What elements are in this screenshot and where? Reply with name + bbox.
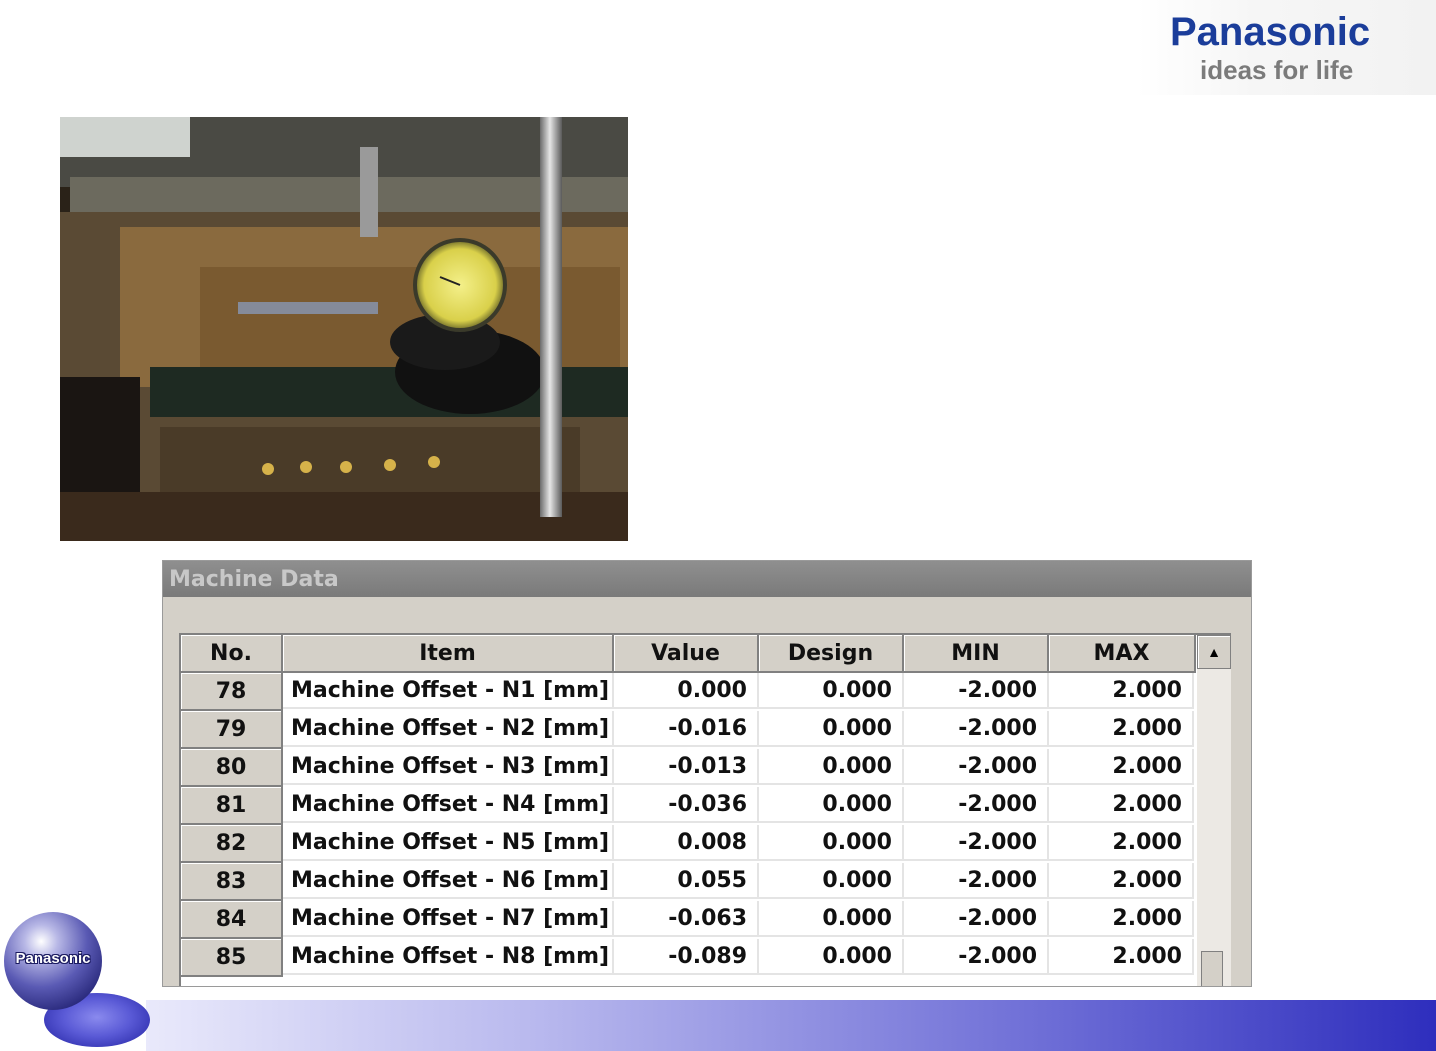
design-cell: 0.000 xyxy=(759,673,904,709)
design-cell: 0.000 xyxy=(759,901,904,937)
scroll-up-arrow-icon[interactable]: ▲ xyxy=(1197,635,1231,669)
sphere-logo-label: Panasonic xyxy=(15,950,91,967)
item-cell: Machine Offset - N6 [mm] xyxy=(283,863,614,899)
value-cell[interactable]: -0.036 xyxy=(614,787,759,823)
item-cell: Machine Offset - N4 [mm] xyxy=(283,787,614,823)
item-cell: Machine Offset - N1 [mm] xyxy=(283,673,614,709)
column-header-no[interactable]: No. xyxy=(181,635,283,673)
min-cell: -2.000 xyxy=(904,863,1049,899)
value-cell[interactable]: -0.016 xyxy=(614,711,759,747)
value-cell[interactable]: 0.008 xyxy=(614,825,759,861)
min-cell: -2.000 xyxy=(904,901,1049,937)
row-number: 82 xyxy=(181,825,283,863)
footer-gradient-bar xyxy=(146,1000,1436,1051)
max-cell: 2.000 xyxy=(1049,749,1194,785)
value-cell[interactable]: -0.089 xyxy=(614,939,759,975)
value-cell[interactable]: 0.000 xyxy=(614,673,759,709)
row-number: 84 xyxy=(181,901,283,939)
table-row[interactable]: 82 Machine Offset - N5 [mm] 0.008 0.000 … xyxy=(181,825,1196,863)
row-number: 83 xyxy=(181,863,283,901)
table-row[interactable]: 85 Machine Offset - N8 [mm] -0.089 0.000… xyxy=(181,939,1196,977)
row-number: 79 xyxy=(181,711,283,749)
max-cell: 2.000 xyxy=(1049,787,1194,823)
row-number: 81 xyxy=(181,787,283,825)
row-number: 78 xyxy=(181,673,283,711)
max-cell: 2.000 xyxy=(1049,901,1194,937)
scroll-thumb[interactable] xyxy=(1201,951,1223,986)
min-cell: -2.000 xyxy=(904,825,1049,861)
machine-photo xyxy=(60,117,628,541)
column-header-max[interactable]: MAX xyxy=(1049,635,1196,673)
min-cell: -2.000 xyxy=(904,673,1049,709)
design-cell: 0.000 xyxy=(759,863,904,899)
min-cell: -2.000 xyxy=(904,787,1049,823)
brand-name: Panasonic xyxy=(1170,10,1371,54)
max-cell: 2.000 xyxy=(1049,673,1194,709)
max-cell: 2.000 xyxy=(1049,711,1194,747)
vertical-scrollbar[interactable]: ▲ xyxy=(1197,635,1231,986)
max-cell: 2.000 xyxy=(1049,863,1194,899)
brand-logo: Panasonic ideas for life xyxy=(1136,0,1436,95)
item-cell: Machine Offset - N5 [mm] xyxy=(283,825,614,861)
max-cell: 2.000 xyxy=(1049,825,1194,861)
machine-photo-illustration xyxy=(60,117,628,541)
table-row[interactable]: 78 Machine Offset - N1 [mm] 0.000 0.000 … xyxy=(181,673,1196,711)
column-header-value[interactable]: Value xyxy=(614,635,759,673)
design-cell: 0.000 xyxy=(759,787,904,823)
design-cell: 0.000 xyxy=(759,939,904,975)
machine-data-table: No. Item Value Design MIN MAX 78 Machine… xyxy=(179,633,1231,986)
design-cell: 0.000 xyxy=(759,749,904,785)
table-row[interactable]: 83 Machine Offset - N6 [mm] 0.055 0.000 … xyxy=(181,863,1196,901)
design-cell: 0.000 xyxy=(759,825,904,861)
row-number: 80 xyxy=(181,749,283,787)
item-cell: Machine Offset - N3 [mm] xyxy=(283,749,614,785)
panasonic-sphere-logo: Panasonic xyxy=(4,912,102,1010)
window-title: Machine Data xyxy=(169,567,339,592)
table-row[interactable]: 81 Machine Offset - N4 [mm] -0.036 0.000… xyxy=(181,787,1196,825)
table-row[interactable]: 80 Machine Offset - N3 [mm] -0.013 0.000… xyxy=(181,749,1196,787)
min-cell: -2.000 xyxy=(904,711,1049,747)
min-cell: -2.000 xyxy=(904,939,1049,975)
machine-data-window: Machine Data No. Item Value Design MIN M… xyxy=(162,560,1252,987)
item-cell: Machine Offset - N2 [mm] xyxy=(283,711,614,747)
design-cell: 0.000 xyxy=(759,711,904,747)
max-cell: 2.000 xyxy=(1049,939,1194,975)
brand-tagline: ideas for life xyxy=(1200,55,1354,85)
value-cell[interactable]: -0.013 xyxy=(614,749,759,785)
value-cell[interactable]: 0.055 xyxy=(614,863,759,899)
column-header-design[interactable]: Design xyxy=(759,635,904,673)
table-row[interactable]: 84 Machine Offset - N7 [mm] -0.063 0.000… xyxy=(181,901,1196,939)
row-number: 85 xyxy=(181,939,283,977)
column-header-item[interactable]: Item xyxy=(283,635,614,673)
value-cell[interactable]: -0.063 xyxy=(614,901,759,937)
window-titlebar: Machine Data xyxy=(163,561,1251,597)
item-cell: Machine Offset - N7 [mm] xyxy=(283,901,614,937)
table-row[interactable]: 79 Machine Offset - N2 [mm] -0.016 0.000… xyxy=(181,711,1196,749)
min-cell: -2.000 xyxy=(904,749,1049,785)
column-header-min[interactable]: MIN xyxy=(904,635,1049,673)
item-cell: Machine Offset - N8 [mm] xyxy=(283,939,614,975)
